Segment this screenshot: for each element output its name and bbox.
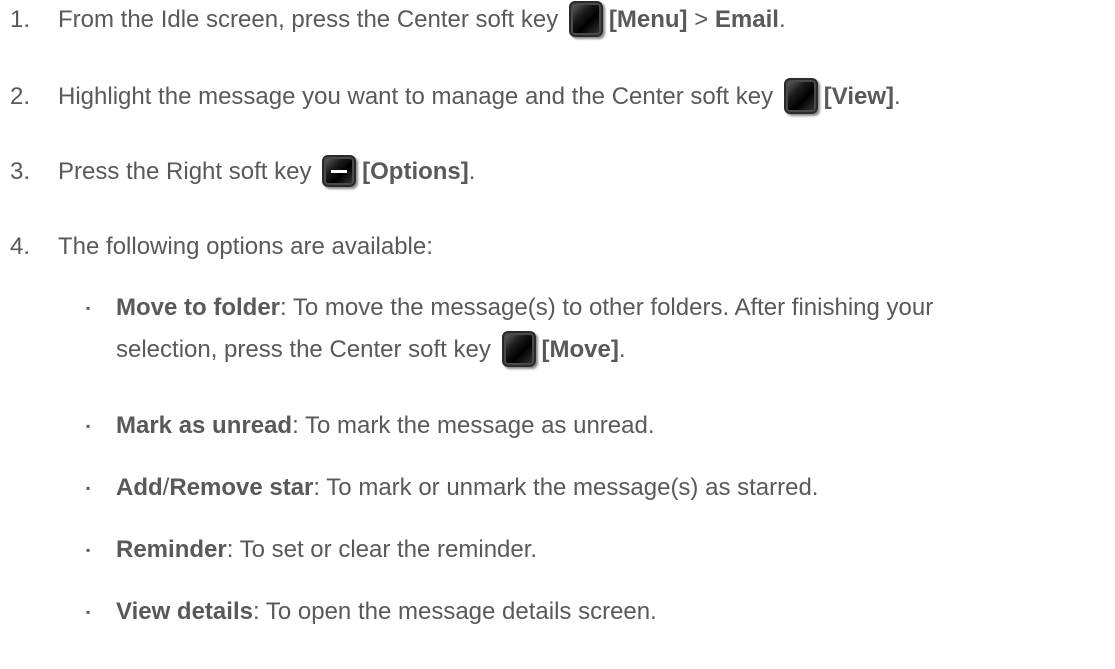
period: . [468, 158, 476, 185]
separator: > [687, 6, 715, 33]
option-description: : To open the message details screen. [252, 598, 657, 625]
option-move-to-folder: ▪ Move to folder: To move the message(s)… [86, 290, 1105, 369]
period: . [618, 336, 626, 363]
option-text: Mark as unread: To mark the message as u… [116, 408, 1105, 444]
center-soft-key-icon [783, 77, 818, 114]
dash-glyph [331, 169, 348, 173]
option-add-remove-star: ▪ Add/Remove star: To mark or unmark the… [86, 470, 1105, 506]
instruction-document: 1. From the Idle screen, press the Center… [0, 0, 1115, 669]
bullet-marker: ▪ [86, 481, 91, 495]
step-text: From the Idle screen, press the Center s… [58, 6, 559, 33]
step-4: 4. The following options are available: [10, 229, 1105, 265]
option-text: View details: To open the message detail… [116, 594, 1105, 630]
step-number: 4. [10, 233, 31, 260]
option-term-add: Add [116, 474, 163, 501]
step-text: The following options are available: [58, 233, 433, 260]
option-text-line2: selection, press the Center soft key [Mo… [116, 330, 1105, 369]
bullet-marker: ▪ [86, 605, 91, 619]
menu-key-label: [Menu] [608, 6, 688, 33]
center-soft-key-icon [501, 330, 536, 367]
option-term: Mark as unread [116, 412, 293, 439]
email-label: Email [714, 6, 779, 33]
option-term: View details [116, 598, 253, 625]
bullet-marker: ▪ [86, 543, 91, 557]
step-text: Press the Right soft key [58, 158, 312, 185]
bullet-marker: ▪ [86, 419, 91, 433]
step-number: 1. [10, 6, 31, 33]
option-text: Reminder: To set or clear the reminder. [116, 532, 1105, 568]
option-description: : To mark or unmark the message(s) as st… [313, 474, 819, 501]
center-soft-key-icon [568, 0, 603, 37]
options-key-label: [Options] [362, 158, 469, 185]
option-description: selection, press the Center soft key [116, 336, 491, 363]
bullet-marker: ▪ [86, 301, 91, 315]
right-soft-key-icon [322, 154, 357, 187]
option-term-remove: Remove star [169, 474, 314, 501]
option-reminder: ▪ Reminder: To set or clear the reminder… [86, 532, 1105, 568]
option-description: : To set or clear the reminder. [226, 536, 538, 563]
option-term: Reminder [116, 536, 227, 563]
period: . [894, 83, 901, 110]
move-key-label: [Move] [541, 336, 619, 363]
option-view-details: ▪ View details: To open the message deta… [86, 594, 1105, 630]
option-description: : To mark the message as unread. [292, 412, 655, 439]
step-number: 2. [10, 83, 31, 110]
step-2: 2. Highlight the message you want to mana… [10, 77, 1105, 116]
option-mark-as-unread: ▪ Mark as unread: To mark the message as… [86, 408, 1105, 444]
step-1: 1. From the Idle screen, press the Center… [10, 0, 1105, 39]
option-term: Move to folder [116, 294, 281, 321]
step-text: Highlight the message you want to manage… [58, 83, 774, 110]
option-text: Move to folder: To move the message(s) t… [116, 290, 1105, 326]
step-3: 3. Press the Right soft key [Options]. [10, 154, 1105, 190]
period: . [778, 6, 786, 33]
option-text: Add/Remove star: To mark or unmark the m… [116, 470, 1105, 506]
option-description: : To move the message(s) to other folder… [280, 294, 934, 321]
step-number: 3. [10, 158, 31, 185]
view-key-label: [View] [823, 83, 895, 110]
